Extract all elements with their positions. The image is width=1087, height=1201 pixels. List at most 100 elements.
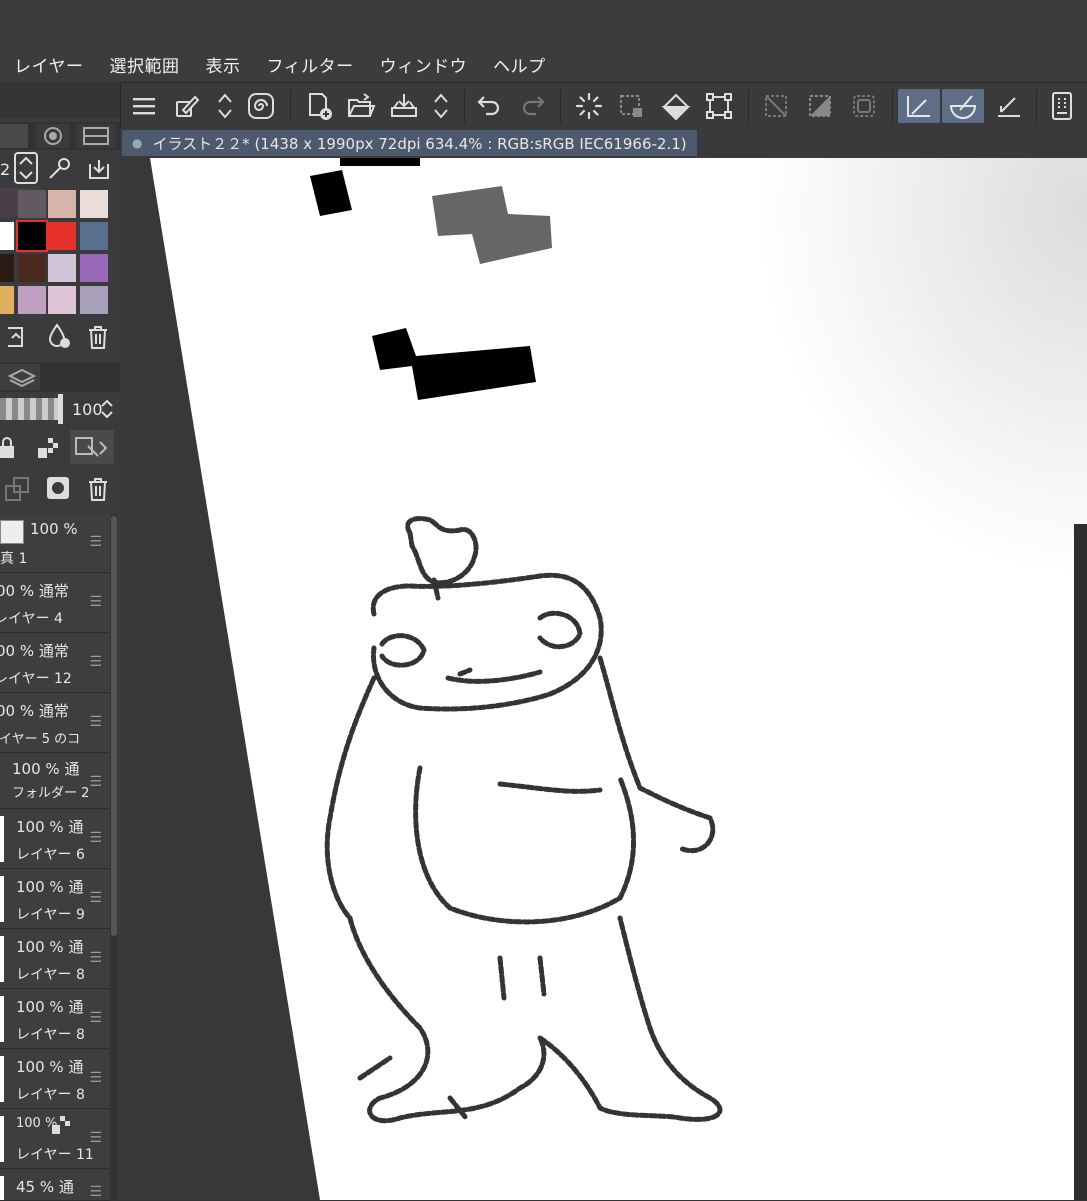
layer-row[interactable]: 100 % 通 レイヤー 6 ☰: [0, 810, 110, 869]
swatch[interactable]: [80, 222, 108, 250]
swatch-selected[interactable]: [16, 220, 48, 252]
tablet-icon[interactable]: [1046, 89, 1078, 123]
loading-icon[interactable]: [572, 89, 606, 123]
drag-handle-icon[interactable]: ☰: [89, 594, 102, 610]
transform-icon[interactable]: [702, 89, 736, 123]
layer-name: レイヤー 9: [16, 907, 85, 923]
swatch[interactable]: [80, 190, 108, 218]
deselect-icon[interactable]: [848, 89, 880, 123]
tab-color[interactable]: [0, 124, 28, 148]
layer-row[interactable]: 45 % 通 ☰: [0, 1170, 110, 1201]
swatch[interactable]: [48, 190, 76, 218]
swatch[interactable]: [48, 222, 76, 250]
updown-icon-2[interactable]: [428, 89, 454, 123]
drag-handle-icon[interactable]: ☰: [89, 1070, 102, 1086]
tab-record-icon[interactable]: [36, 124, 70, 148]
document-tab[interactable]: ● イラスト２２* (1438 x 1990px 72dpi 634.4% : …: [122, 130, 697, 156]
swatch[interactable]: [18, 254, 46, 282]
merge-down-icon[interactable]: [4, 476, 30, 502]
size-stepper-icon[interactable]: [14, 152, 38, 184]
swatch[interactable]: [0, 222, 14, 250]
updown-icon[interactable]: [212, 89, 238, 123]
drag-handle-icon[interactable]: ☰: [89, 654, 102, 670]
swatch[interactable]: [80, 254, 108, 282]
lock-transparency-icon[interactable]: [36, 436, 62, 460]
reference-layer-icon[interactable]: [70, 430, 114, 464]
snap-grid-icon[interactable]: [990, 89, 1028, 123]
drag-handle-icon[interactable]: ☰: [89, 1130, 102, 1146]
drag-handle-icon[interactable]: ☰: [89, 890, 102, 906]
snap-ruler-icon[interactable]: [898, 89, 940, 123]
layer-list: 100 % 写真 1 ☰ 00 % 通常 レイヤー 4 ☰ 00 % 通常 レイ…: [0, 514, 110, 1201]
layer-row[interactable]: 00 % 通常 レイヤー 5 のコ ☰: [0, 694, 110, 753]
replace-color-icon[interactable]: [4, 322, 28, 350]
new-file-icon[interactable]: [302, 89, 336, 123]
open-folder-icon[interactable]: [344, 89, 378, 123]
layer-name: レイヤー 8: [16, 967, 85, 983]
swatch[interactable]: [48, 286, 76, 314]
layer-row[interactable]: 100 % レイヤー 11 ☰: [0, 1110, 110, 1169]
menu-items: レイヤー 選択範囲 表示 フィルター ウィンドウ ヘルプ: [14, 52, 572, 77]
swatch[interactable]: [0, 286, 14, 314]
layer-row[interactable]: 100 % 通 レイヤー 8 ☰: [0, 930, 110, 989]
layer-blend: 通: [68, 878, 84, 896]
tab-film-icon[interactable]: [76, 124, 116, 148]
opacity-stepper-icon[interactable]: [100, 398, 114, 420]
drag-handle-icon[interactable]: ☰: [89, 534, 102, 550]
layer-row[interactable]: 100 % 通 レイヤー 8 ☰: [0, 1050, 110, 1109]
menu-selection[interactable]: 選択範囲: [110, 52, 180, 77]
opacity-value[interactable]: 100: [72, 400, 103, 419]
save-icon[interactable]: [386, 89, 422, 123]
spiral-icon[interactable]: [244, 89, 278, 123]
opacity-slider[interactable]: [0, 398, 60, 420]
selection-icon[interactable]: [614, 89, 648, 123]
undo-icon[interactable]: [474, 89, 504, 123]
layer-opacity: 100 %: [16, 878, 64, 896]
snap-special-ruler-icon[interactable]: [942, 89, 984, 123]
drag-handle-icon[interactable]: ☰: [89, 1010, 102, 1026]
swatch[interactable]: [48, 254, 76, 282]
trash-icon[interactable]: [86, 324, 110, 350]
layer-scrollbar-thumb[interactable]: [111, 516, 117, 936]
import-icon[interactable]: [86, 156, 112, 182]
clear-outside-icon[interactable]: [760, 89, 792, 123]
menu-filter[interactable]: フィルター: [267, 52, 354, 77]
drag-handle-icon[interactable]: ☰: [89, 714, 102, 730]
layer-scrollbar[interactable]: [110, 514, 118, 1200]
swatch[interactable]: [18, 190, 46, 218]
layer-row[interactable]: 100 % 通 レイヤー 8 ☰: [0, 990, 110, 1049]
add-color-icon[interactable]: [46, 322, 72, 350]
redo-icon[interactable]: [518, 89, 548, 123]
mask-icon[interactable]: [46, 476, 70, 500]
canvas-drawing[interactable]: [120, 158, 1087, 1200]
opacity-slider-handle[interactable]: [58, 394, 63, 424]
layer-row[interactable]: 00 % 通常 レイヤー 12 ☰: [0, 634, 110, 693]
wrench-icon[interactable]: [46, 156, 72, 182]
brush-size-value[interactable]: 2: [0, 160, 10, 179]
layer-tab-icon[interactable]: [0, 364, 40, 390]
drag-handle-icon[interactable]: ☰: [89, 830, 102, 846]
fill-selection-icon[interactable]: [804, 89, 836, 123]
drag-handle-icon[interactable]: ☰: [89, 774, 102, 790]
layer-row[interactable]: 100 % 通 レイヤー 9 ☰: [0, 870, 110, 929]
layer-row[interactable]: 100 % 写真 1 ☰: [0, 514, 110, 573]
delete-layer-icon[interactable]: [86, 476, 110, 502]
layer-row-folder[interactable]: 100 % 通 フォルダー 2 ☰: [0, 754, 110, 809]
swatch[interactable]: [0, 190, 14, 218]
menu-icon[interactable]: [130, 89, 158, 123]
swatch[interactable]: [18, 286, 46, 314]
swatch[interactable]: [80, 286, 108, 314]
menu-window[interactable]: ウィンドウ: [380, 52, 468, 77]
menu-help[interactable]: ヘルプ: [493, 52, 546, 77]
menu-view[interactable]: 表示: [206, 52, 241, 77]
drag-handle-icon[interactable]: ☰: [89, 950, 102, 966]
swatch[interactable]: [0, 254, 14, 282]
lock-icon[interactable]: [0, 436, 20, 460]
layer-row[interactable]: 00 % 通常 レイヤー 4 ☰: [0, 574, 110, 633]
menu-layer[interactable]: レイヤー: [14, 52, 84, 77]
fill-icon[interactable]: [658, 89, 694, 123]
lock-transparency-badge-icon: [52, 1116, 72, 1136]
pen-edit-icon[interactable]: [170, 89, 204, 123]
drag-handle-icon[interactable]: ☰: [89, 1184, 102, 1200]
canvas-area[interactable]: [120, 158, 1087, 1200]
